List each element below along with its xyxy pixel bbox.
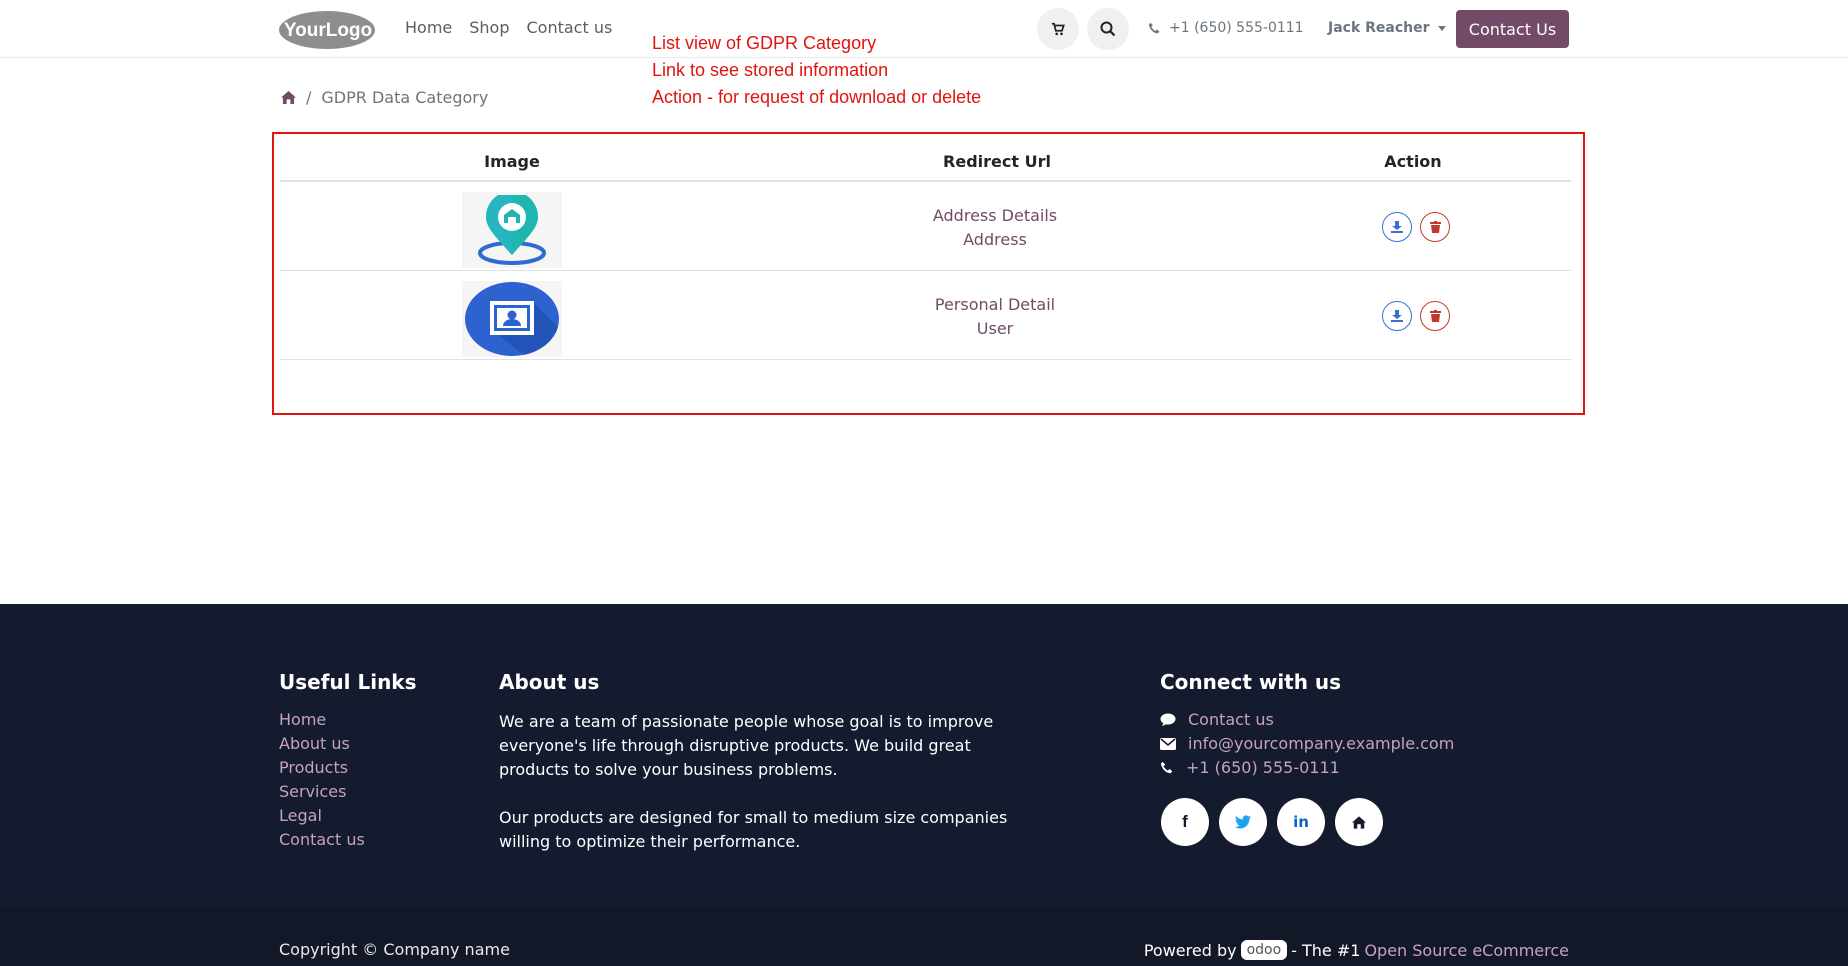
linkedin-button[interactable]: in <box>1277 798 1325 846</box>
redirect-url-link[interactable]: Address Details Address <box>800 204 1190 252</box>
home-icon[interactable] <box>281 91 296 104</box>
annotation-list-view: List view of GDPR Category <box>652 33 877 53</box>
redirect-url-title: Address Details <box>932 206 1058 225</box>
powered-prefix: Powered by <box>1143 940 1237 960</box>
annotation-action: Action - for request of download or dele… <box>652 87 982 107</box>
about-title: About us <box>499 670 600 694</box>
social-links: f in <box>1161 798 1383 846</box>
useful-links-list: Home About us Products Services Legal Co… <box>279 710 365 850</box>
table-row: Personal Detail User <box>280 271 1571 360</box>
nav-home[interactable]: Home <box>405 18 452 37</box>
cart-button[interactable] <box>1037 8 1079 50</box>
useful-links-title: Useful Links <box>279 670 417 694</box>
connect-list: Contact us info@yourcompany.example.com … <box>1160 710 1454 778</box>
header-phone-text: +1 (650) 555-0111 <box>1169 20 1304 36</box>
facebook-button[interactable]: f <box>1161 798 1209 846</box>
trash-icon <box>1429 310 1441 322</box>
download-button[interactable] <box>1382 301 1412 331</box>
phone-icon <box>1160 761 1173 774</box>
user-name: Jack Reacher <box>1328 20 1430 36</box>
trash-icon <box>1429 221 1441 233</box>
footer-link-about[interactable]: About us <box>279 734 365 754</box>
redirect-url-subtitle: User <box>976 319 1014 338</box>
download-button[interactable] <box>1382 212 1412 242</box>
location-pin-icon <box>478 195 546 265</box>
footer-link-products[interactable]: Products <box>279 758 365 778</box>
row-image <box>462 281 562 357</box>
about-paragraph-2: Our products are designed for small to m… <box>499 808 1008 851</box>
logo-text: YourLogo <box>284 20 372 41</box>
connect-contact-link[interactable]: Contact us <box>1160 710 1454 730</box>
linkedin-icon: in <box>1293 813 1309 831</box>
connect-title: Connect with us <box>1160 670 1342 694</box>
phone-icon <box>1148 22 1160 33</box>
connect-email-link[interactable]: info@yourcompany.example.com <box>1160 734 1454 754</box>
home-icon <box>1352 815 1366 829</box>
copyright-text: Copyright © Company name <box>279 940 510 959</box>
twitter-icon <box>1235 815 1251 829</box>
table-row: Address Details Address <box>280 182 1571 271</box>
site-footer: Useful Links Home About us Products Serv… <box>0 604 1848 966</box>
download-icon <box>1391 221 1403 233</box>
chevron-down-icon <box>1437 25 1446 31</box>
connect-contact-text: Contact us <box>1188 710 1274 729</box>
twitter-button[interactable] <box>1219 798 1267 846</box>
breadcrumb-current: GDPR Data Category <box>321 88 489 107</box>
cart-icon <box>1051 22 1065 36</box>
about-text: We are a team of passionate people whose… <box>499 710 1039 854</box>
footer-link-home[interactable]: Home <box>279 710 365 730</box>
row-actions <box>1382 301 1450 331</box>
gdpr-category-table: Image Redirect Url Action Address Detail… <box>272 132 1585 415</box>
delete-button[interactable] <box>1420 212 1450 242</box>
redirect-url-link[interactable]: Personal Detail User <box>800 293 1190 341</box>
table-header: Image Redirect Url Action <box>280 136 1571 182</box>
odoo-logo[interactable]: odoo <box>1240 940 1288 960</box>
redirect-url-subtitle: Address <box>963 230 1027 249</box>
header-action: Action <box>1384 152 1442 171</box>
site-logo[interactable]: YourLogo <box>278 10 376 50</box>
row-actions <box>1382 212 1450 242</box>
user-menu[interactable]: Jack Reacher <box>1328 20 1446 36</box>
breadcrumb: / GDPR Data Category <box>281 88 488 107</box>
logo-icon: YourLogo <box>279 11 375 49</box>
facebook-icon: f <box>1182 812 1188 831</box>
connect-phone-text: +1 (650) 555-0111 <box>1186 758 1340 777</box>
breadcrumb-separator: / <box>306 88 312 107</box>
open-source-ecommerce-link[interactable]: Open Source eCommerce <box>1364 941 1569 960</box>
site-header: YourLogo Home Shop Contact us +1 (650) 5… <box>0 0 1848 58</box>
envelope-icon <box>1160 738 1176 750</box>
connect-phone-link[interactable]: +1 (650) 555-0111 <box>1160 758 1454 778</box>
powered-by: Powered by odoo - The #1 Open Source eCo… <box>1144 940 1569 960</box>
header-redirect-url: Redirect Url <box>943 152 1051 171</box>
header-phone[interactable]: +1 (650) 555-0111 <box>1148 20 1304 36</box>
copyright-bar: Copyright © Company name Powered by odoo… <box>0 906 1848 966</box>
about-paragraph-1: We are a team of passionate people whose… <box>499 712 994 779</box>
nav-contact-us[interactable]: Contact us <box>527 18 613 37</box>
download-icon <box>1391 310 1403 322</box>
footer-link-services[interactable]: Services <box>279 782 365 802</box>
comment-icon <box>1160 713 1176 726</box>
search-button[interactable] <box>1087 8 1129 50</box>
redirect-url-title: Personal Detail <box>934 295 1056 314</box>
main-nav: Home Shop Contact us <box>405 18 612 37</box>
powered-mid: - The #1 <box>1291 940 1361 960</box>
footer-link-legal[interactable]: Legal <box>279 806 365 826</box>
website-button[interactable] <box>1335 798 1383 846</box>
annotation-link: Link to see stored information <box>652 60 889 80</box>
nav-shop[interactable]: Shop <box>469 18 509 37</box>
user-card-icon <box>465 282 559 356</box>
footer-link-contact[interactable]: Contact us <box>279 830 365 850</box>
delete-button[interactable] <box>1420 301 1450 331</box>
connect-email-text: info@yourcompany.example.com <box>1188 734 1455 753</box>
search-icon <box>1100 21 1116 37</box>
contact-us-button[interactable]: Contact Us <box>1456 10 1569 48</box>
row-image <box>462 192 562 268</box>
header-image: Image <box>484 152 540 171</box>
